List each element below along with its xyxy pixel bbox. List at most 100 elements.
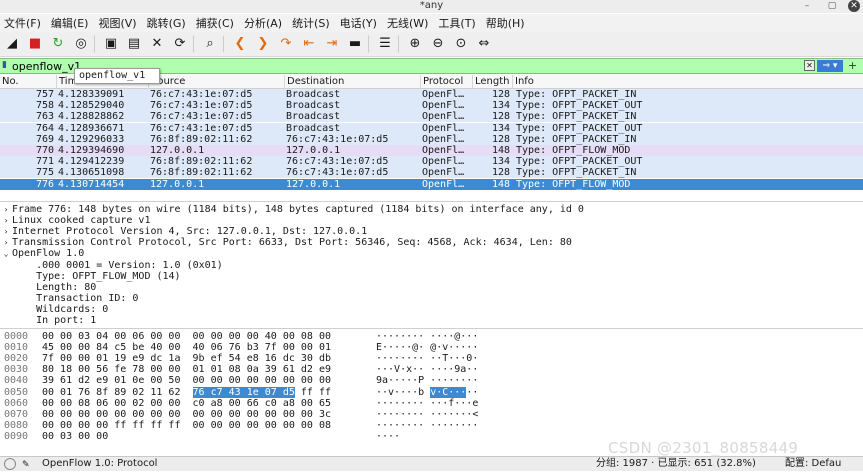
expand-arrow-icon[interactable]: ›	[0, 237, 12, 248]
hex-row[interactable]: 0040 39 61 d2 e9 01 0e 00 50 00 00 00 00 …	[0, 375, 860, 386]
detail-row[interactable]: Type: OFPT_FLOW_MOD (14)	[0, 271, 181, 282]
go-to-packet-icon[interactable]: ↷	[276, 34, 296, 54]
open-file-icon[interactable]: ▣	[101, 34, 121, 54]
find-packet-icon[interactable]: ⌕	[200, 34, 220, 54]
autoscroll-icon[interactable]: ▬	[345, 34, 365, 54]
status-packet-counts: 分组: 1987 · 已显示: 651 (32.8%)	[596, 458, 756, 469]
packet-row[interactable]: 775 4.130651098 76:8f:89:02:11:62 76:c7:43:…	[0, 167, 863, 179]
packet-cell-src: 76:8f:89:02:11:62	[150, 167, 253, 179]
capture-file-icon[interactable]: ✎	[22, 458, 30, 472]
detail-row[interactable]: › Transmission Control Protocol, Src Port…	[0, 237, 572, 248]
detail-row[interactable]: .000 0001 = Version: 1.0 (0x01)	[0, 260, 223, 271]
column-header-length[interactable]: Length	[472, 75, 512, 89]
hex-row[interactable]: 0080 00 00 00 00 ff ff ff ff 00 00 00 00 …	[0, 420, 860, 431]
menu-item-7[interactable]: 电话(Y)	[340, 15, 377, 31]
packet-row[interactable]: 757 4.128339091 76:c7:43:1e:07:d5 Broadcast…	[0, 89, 863, 100]
menu-item-5[interactable]: 分析(A)	[244, 15, 282, 31]
hex-row[interactable]: 0060 00 00 08 06 00 02 00 00 c0 a8 00 66 …	[0, 398, 860, 409]
clear-filter-icon[interactable]: ✕	[804, 60, 815, 71]
menu-item-10[interactable]: 帮助(H)	[486, 15, 525, 31]
colorize-icon[interactable]: ☰	[375, 34, 395, 54]
filter-autocomplete-item[interactable]: openflow_v1	[74, 68, 160, 84]
hex-row[interactable]: 0030 80 18 00 56 fe 78 00 00 01 01 08 0a …	[0, 364, 860, 375]
packet-cell-info: Type: OFPT_PACKET_IN	[516, 167, 637, 179]
add-filter-button-icon[interactable]: +	[848, 60, 860, 72]
packet-cell-time: 4.128339091	[58, 89, 125, 100]
column-header-no[interactable]: No.	[0, 75, 56, 89]
menu-item-2[interactable]: 视图(V)	[98, 15, 136, 31]
detail-row[interactable]: › Internet Protocol Version 4, Src: 127.0…	[0, 226, 368, 237]
packet-cell-info: Type: OFPT_PACKET_IN	[516, 111, 637, 123]
detail-row[interactable]: ⌄ OpenFlow 1.0	[0, 248, 85, 259]
hex-ascii-pre: ··v····b	[376, 386, 431, 398]
hex-row[interactable]: 0050 00 01 76 8f 89 02 11 62 76 c7 43 1e …	[0, 386, 860, 398]
menu-item-8[interactable]: 无线(W)	[387, 15, 428, 31]
packet-row[interactable]: 776 4.130714454 127.0.0.1 127.0.0.1 OpenFl… 1…	[0, 178, 863, 190]
expand-arrow-icon[interactable]: ›	[0, 215, 12, 226]
hex-row[interactable]: 0070 00 00 00 00 00 00 00 00 00 00 00 00 …	[0, 409, 860, 420]
resize-columns-icon[interactable]: ⇔	[474, 34, 494, 54]
main-toolbar: ◢ ■ ↻ ◎ ▣ ▤ ✕ ⟳ ⌕ ❮ ❯ ↷ ⇤ ⇥ ▬ ☰ ⊕ ⊖ ⊙ ⇔	[0, 32, 863, 57]
maximize-icon[interactable]: ▢	[825, 0, 839, 12]
packet-row[interactable]: 771 4.129412239 76:8f:89:02:11:62 76:c7:43:…	[0, 156, 863, 168]
packet-row[interactable]: 763 4.128828862 76:c7:43:1e:07:d5 Broadcast…	[0, 111, 863, 123]
packet-row[interactable]: 758 4.128529040 76:c7:43:1e:07:d5 Broadcast…	[0, 100, 863, 112]
zoom-in-icon[interactable]: ⊕	[405, 34, 425, 54]
detail-text: Length: 80	[12, 281, 97, 293]
column-header-info[interactable]: Info	[512, 75, 863, 89]
go-forward-icon[interactable]: ❯	[253, 34, 273, 54]
stop-capture-icon[interactable]: ■	[25, 34, 45, 54]
column-header-protocol[interactable]: Protocol	[420, 75, 472, 89]
menu-item-4[interactable]: 捕获(C)	[196, 15, 234, 31]
zoom-out-icon[interactable]: ⊖	[428, 34, 448, 54]
packet-row[interactable]: 764 4.128936671 76:c7:43:1e:07:d5 Broadcast…	[0, 122, 863, 134]
packet-row[interactable]: 770 4.129394690 127.0.0.1 127.0.0.1 OpenFl… 1…	[0, 145, 863, 156]
column-header-source[interactable]: Source	[148, 75, 284, 89]
minimize-icon[interactable]: –	[800, 0, 814, 12]
packet-cell-info: Type: OFPT_PACKET_OUT	[516, 100, 643, 112]
normal-size-icon[interactable]: ⊙	[451, 34, 471, 54]
hex-ascii-pre: ····	[376, 430, 401, 442]
status-profile[interactable]: 配置: Defau	[785, 457, 841, 471]
packet-cell-dst: Broadcast	[286, 122, 341, 134]
close-file-icon[interactable]: ✕	[147, 34, 167, 54]
hex-bytes: 7f 00 00 01 19 e9 dc 1a 9b ef 54 e8 16 d…	[42, 353, 331, 364]
first-packet-icon[interactable]: ⇤	[299, 34, 319, 54]
packet-cell-src: 76:c7:43:1e:07:d5	[150, 111, 253, 123]
close-window-icon[interactable]: ✕	[848, 0, 860, 12]
packet-cell-len: 128	[491, 133, 510, 145]
detail-text: In port: 1	[12, 315, 97, 326]
expand-arrow-icon[interactable]: ›	[0, 204, 12, 215]
reload-file-icon[interactable]: ⟳	[170, 34, 190, 54]
detail-row[interactable]: Transaction ID: 0	[0, 293, 138, 304]
expand-arrow-icon[interactable]: ›	[0, 226, 12, 237]
detail-row[interactable]: Length: 80	[0, 282, 96, 293]
shark-fin-start-icon[interactable]: ◢	[2, 34, 22, 54]
detail-row[interactable]: › Linux cooked capture v1	[0, 215, 151, 226]
detail-row[interactable]: In port: 1	[0, 315, 96, 326]
detail-row[interactable]: Wildcards: 0	[0, 304, 108, 315]
hex-row[interactable]: 0010 45 00 00 84 c5 be 40 00 40 06 76 b3 …	[0, 342, 860, 353]
menu-item-1[interactable]: 编辑(E)	[51, 15, 89, 31]
capture-options-icon[interactable]: ◎	[71, 34, 91, 54]
hex-bytes-pre: 45 00 00 84 c5 be 40 00 40 06 76 b3 7f 0…	[42, 342, 331, 354]
filter-bookmark-icon[interactable]: ▮	[2, 60, 10, 72]
packet-details-pane: › Frame 776: 148 bytes on wire (1184 bits…	[0, 201, 863, 326]
go-back-icon[interactable]: ❮	[230, 34, 250, 54]
packet-row[interactable]: 769 4.129296033 76:8f:89:02:11:62 76:c7:43:…	[0, 133, 863, 145]
expand-arrow-icon[interactable]: ⌄	[0, 248, 12, 259]
restart-capture-icon[interactable]: ↻	[48, 34, 68, 54]
expert-info-icon[interactable]	[4, 458, 16, 470]
column-header-destination[interactable]: Destination	[284, 75, 420, 89]
hex-row[interactable]: 0000 00 00 03 04 00 06 00 00 00 00 00 00 …	[0, 331, 860, 342]
menu-item-3[interactable]: 跳转(G)	[147, 15, 186, 31]
save-file-icon[interactable]: ▤	[124, 34, 144, 54]
menu-item-6[interactable]: 统计(S)	[292, 15, 330, 31]
last-packet-icon[interactable]: ⇥	[322, 34, 342, 54]
menu-item-9[interactable]: 工具(T)	[438, 15, 475, 31]
menu-item-0[interactable]: 文件(F)	[4, 15, 41, 31]
detail-row[interactable]: › Frame 776: 148 bytes on wire (1184 bits…	[0, 204, 584, 215]
apply-filter-button[interactable]: ⇒ ▾	[817, 60, 843, 72]
hex-ascii-pre: 9a·····P ········	[376, 375, 479, 387]
hex-row[interactable]: 0020 7f 00 00 01 19 e9 dc 1a 9b ef 54 e8 …	[0, 353, 860, 364]
